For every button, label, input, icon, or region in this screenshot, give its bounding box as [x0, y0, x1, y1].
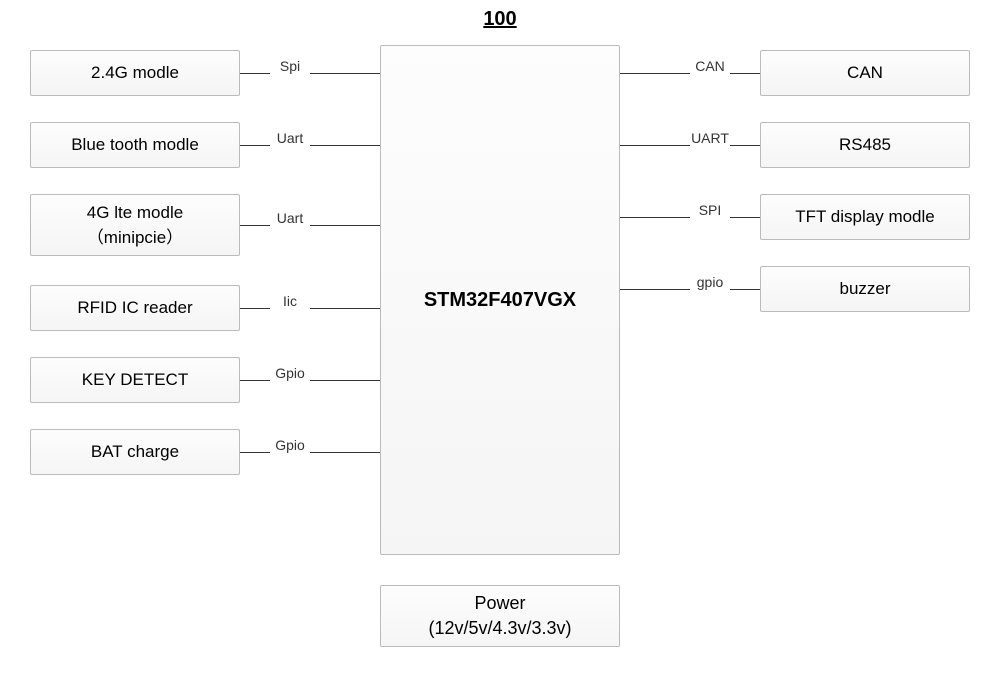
left-block-keydetect: KEY DETECT — [30, 357, 240, 403]
right-block-can: CAN — [760, 50, 970, 96]
interface-label: Iic — [270, 293, 310, 309]
power-label: Power (12v/5v/4.3v/3.3v) — [428, 591, 571, 641]
interface-label: Spi — [270, 58, 310, 74]
connector-line — [730, 73, 760, 74]
right-block-tft: TFT display modle — [760, 194, 970, 240]
connector-line — [310, 73, 380, 74]
block-label: RS485 — [839, 135, 891, 155]
mcu-block: STM32F407VGX — [380, 45, 620, 555]
interface-label: CAN — [690, 58, 730, 74]
block-label: BAT charge — [91, 442, 179, 462]
mcu-label: STM32F407VGX — [424, 289, 576, 312]
block-label: 2.4G modle — [91, 63, 179, 83]
connector-line — [240, 145, 270, 146]
right-block-buzzer: buzzer — [760, 266, 970, 312]
interface-label: Uart — [270, 210, 310, 226]
left-block-24g: 2.4G modle — [30, 50, 240, 96]
connector-line — [310, 145, 380, 146]
connector-line — [310, 380, 380, 381]
diagram-title: 100 — [483, 8, 516, 31]
connector-line — [240, 225, 270, 226]
block-label: TFT display modle — [795, 207, 935, 227]
interface-label: UART — [690, 130, 730, 146]
block-label: RFID IC reader — [77, 298, 192, 318]
connector-line — [620, 217, 690, 218]
left-block-batcharge: BAT charge — [30, 429, 240, 475]
interface-label: Gpio — [270, 437, 310, 453]
block-label: 4G lte modle （minipcie） — [87, 203, 183, 248]
connector-line — [240, 452, 270, 453]
interface-label: Uart — [270, 130, 310, 146]
block-label: Blue tooth modle — [71, 135, 199, 155]
block-diagram: 100 STM32F407VGX 2.4G modle Spi Blue too… — [0, 0, 1000, 690]
interface-label: gpio — [690, 274, 730, 290]
interface-label: SPI — [690, 202, 730, 218]
interface-label: Gpio — [270, 365, 310, 381]
connector-line — [620, 73, 690, 74]
connector-line — [240, 308, 270, 309]
connector-line — [730, 289, 760, 290]
connector-line — [310, 225, 380, 226]
connector-line — [620, 289, 690, 290]
block-label: KEY DETECT — [82, 370, 188, 390]
block-label: buzzer — [839, 279, 890, 299]
left-block-rfid: RFID IC reader — [30, 285, 240, 331]
left-block-4g: 4G lte modle （minipcie） — [30, 194, 240, 256]
connector-line — [730, 217, 760, 218]
connector-line — [310, 452, 380, 453]
right-block-rs485: RS485 — [760, 122, 970, 168]
block-label: CAN — [847, 63, 883, 83]
connector-line — [730, 145, 760, 146]
connector-line — [240, 380, 270, 381]
connector-line — [240, 73, 270, 74]
connector-line — [620, 145, 690, 146]
left-block-bluetooth: Blue tooth modle — [30, 122, 240, 168]
power-block: Power (12v/5v/4.3v/3.3v) — [380, 585, 620, 647]
connector-line — [310, 308, 380, 309]
